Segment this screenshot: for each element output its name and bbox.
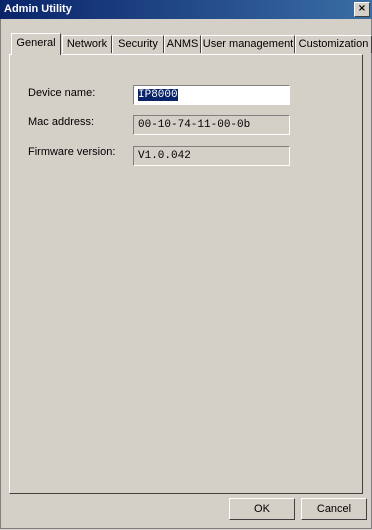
general-tab-panel: Device name: IP8000 Mac address: 00-10-7… xyxy=(9,54,363,494)
tab-general[interactable]: General xyxy=(11,33,61,55)
device-name-value: IP8000 xyxy=(138,89,178,101)
device-name-label: Device name: xyxy=(28,87,96,99)
tab-user-management[interactable]: User management xyxy=(201,35,295,53)
title-bar: Admin Utility × xyxy=(0,0,372,19)
tab-customization[interactable]: Customization xyxy=(295,35,372,53)
mac-address-field: 00-10-74-11-00-0b xyxy=(133,115,290,135)
cancel-button[interactable]: Cancel xyxy=(301,498,367,520)
device-name-field[interactable]: IP8000 xyxy=(133,85,290,105)
ok-button[interactable]: OK xyxy=(229,498,295,520)
firmware-version-label: Firmware version: xyxy=(28,146,116,158)
tab-security[interactable]: Security xyxy=(112,35,164,53)
window-title: Admin Utility xyxy=(4,3,72,15)
tab-network[interactable]: Network xyxy=(62,35,112,53)
tab-anms[interactable]: ANMS xyxy=(164,35,201,53)
firmware-version-field: V1.0.042 xyxy=(133,146,290,166)
close-icon[interactable]: × xyxy=(354,2,370,17)
dialog-body: General Network Security ANMS User manag… xyxy=(0,19,372,529)
mac-address-label: Mac address: xyxy=(28,116,95,128)
